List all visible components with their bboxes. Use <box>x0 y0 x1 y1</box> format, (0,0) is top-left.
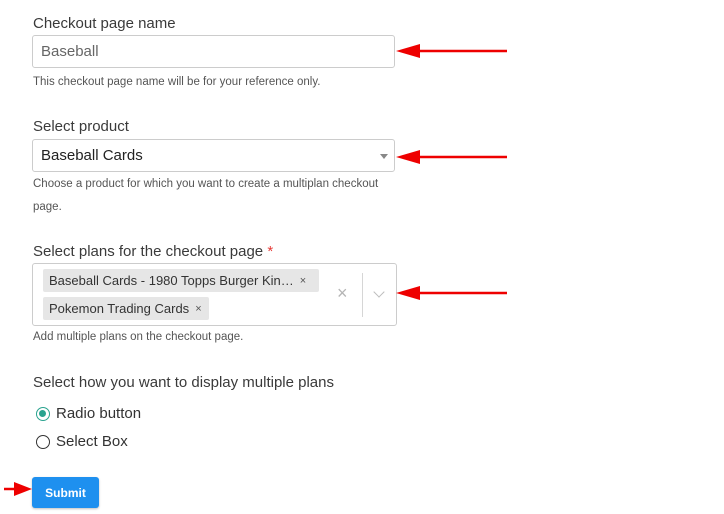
select-plans-label-text: Select plans for the checkout page <box>33 243 264 260</box>
annotation-arrow-icon <box>396 286 507 300</box>
radio-unchecked-icon[interactable] <box>36 434 50 449</box>
radio-checked-icon[interactable] <box>36 406 50 421</box>
plans-help: Add multiple plans on the checkout page. <box>33 331 244 343</box>
radio-option-radio-button[interactable]: Radio button <box>36 405 141 422</box>
plans-multiselect[interactable]: Baseball Cards - 1980 Topps Burger Kin… … <box>32 263 397 326</box>
required-mark: * <box>267 243 274 260</box>
annotation-arrow-icon <box>396 44 507 58</box>
product-select-value: Baseball Cards <box>41 147 143 164</box>
remove-tag-icon[interactable]: × <box>195 303 201 315</box>
select-product-label: Select product <box>33 118 129 135</box>
clear-all-icon[interactable]: × <box>337 284 348 302</box>
plan-tag-label: Pokemon Trading Cards <box>49 301 190 316</box>
plan-tag-label: Baseball Cards - 1980 Topps Burger Kin… <box>49 273 294 288</box>
radio-option-select-box[interactable]: Select Box <box>36 433 128 450</box>
checkout-name-value: Baseball <box>41 43 99 60</box>
product-select[interactable]: Baseball Cards <box>32 139 395 172</box>
product-help: Choose a product for which you want to c… <box>33 178 379 213</box>
plan-tag: Baseball Cards - 1980 Topps Burger Kin… … <box>43 269 319 292</box>
dropdown-caret-icon <box>380 154 388 159</box>
checkout-name-label: Checkout page name <box>33 15 176 32</box>
checkout-name-help: This checkout page name will be for your… <box>33 76 321 88</box>
checkout-form: Checkout page name Baseball This checkou… <box>0 0 724 514</box>
annotation-arrow-right-icon <box>4 482 32 496</box>
submit-button[interactable]: Submit <box>32 477 99 508</box>
multiselect-divider <box>362 273 363 317</box>
chevron-down-icon[interactable] <box>373 286 385 298</box>
checkout-name-input[interactable]: Baseball <box>32 35 395 68</box>
remove-tag-icon[interactable]: × <box>300 275 306 287</box>
select-plans-label: Select plans for the checkout page * <box>33 243 273 260</box>
display-mode-label: Select how you want to display multiple … <box>33 374 334 391</box>
plan-tag: Pokemon Trading Cards × <box>43 297 209 320</box>
radio-option-label: Select Box <box>56 433 128 450</box>
annotation-arrow-icon <box>396 150 507 164</box>
radio-option-label: Radio button <box>56 405 142 422</box>
